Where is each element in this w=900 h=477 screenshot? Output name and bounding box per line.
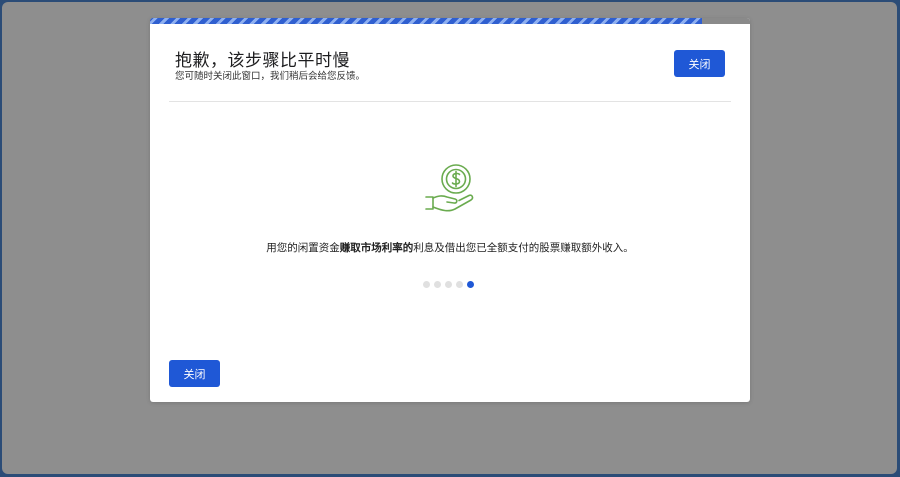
message-text-start: 用您的闲置资金 [266, 242, 340, 254]
carousel-indicator [423, 281, 474, 289]
close-button-top[interactable]: 关闭 [674, 50, 725, 77]
header-divider [169, 101, 731, 102]
carousel-dot[interactable] [467, 281, 474, 288]
carousel-dot[interactable] [423, 281, 430, 288]
message-text-bold: 赚取市场利率的 [339, 242, 414, 254]
loading-dialog: 抱歉，该步骤比平时慢 您可随时关闭此窗口，我们稍后会给您反馈。 关闭 用您的闲置… [150, 18, 750, 402]
close-button-bottom[interactable]: 关闭 [169, 360, 220, 387]
carousel-dot[interactable] [456, 281, 463, 288]
progress-bar [150, 18, 750, 24]
dialog-subtitle: 您可随时关闭此窗口，我们稍后会给您反馈。 [175, 71, 366, 82]
hand-holding-coin-icon [425, 164, 474, 212]
carousel-dot[interactable] [434, 281, 441, 288]
carousel-message: 用您的闲置资金赚取市场利率的利息及借出您已全额支付的股票赚取额外收入。 [150, 240, 750, 255]
carousel-dot[interactable] [445, 281, 452, 288]
message-text-end: 利息及借出您已全额支付的股票赚取额外收入。 [413, 242, 634, 254]
progress-bar-fill [150, 18, 702, 24]
